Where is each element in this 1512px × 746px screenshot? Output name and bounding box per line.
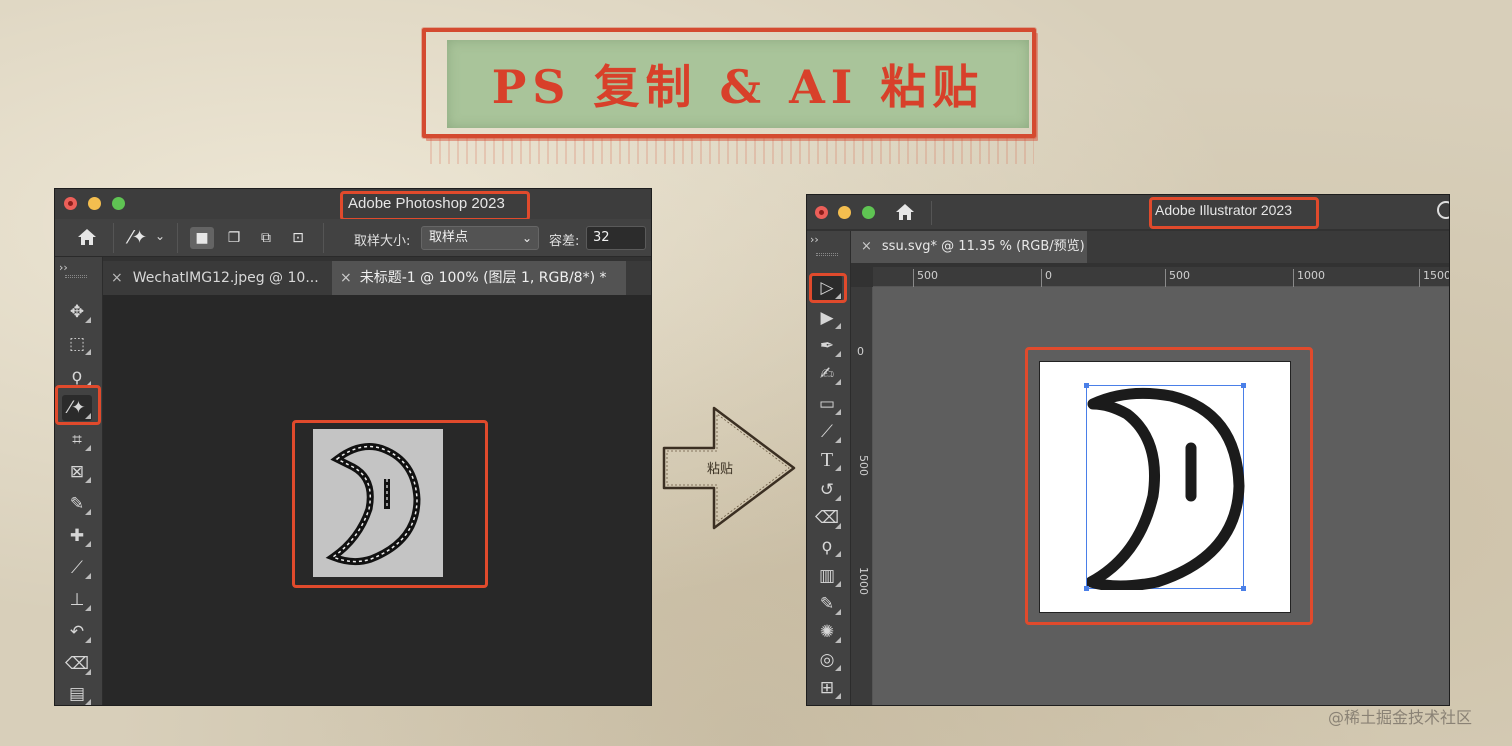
ruler-mark xyxy=(1419,269,1420,287)
selection-tool-highlight-box xyxy=(809,273,847,303)
illustrator-titlebar: Adobe Illustrator 2023 xyxy=(807,195,1449,229)
add-to-selection-mode-button[interactable]: ❐ xyxy=(222,227,246,249)
close-tab-icon[interactable]: × xyxy=(861,239,872,254)
banner-brush-strokes xyxy=(430,138,1034,164)
shape-builder-tool-icon[interactable]: ◎ xyxy=(812,647,842,673)
divider xyxy=(931,201,932,225)
chevron-down-icon[interactable]: ⌄ xyxy=(155,229,165,243)
close-tab-icon[interactable]: × xyxy=(111,270,123,286)
type-tool-icon[interactable]: T xyxy=(812,447,842,473)
clone-stamp-tool-icon[interactable]: ⊥ xyxy=(62,587,92,613)
home-icon[interactable] xyxy=(75,225,99,249)
title-highlight-box xyxy=(340,191,530,221)
rectangular-marquee-tool-icon[interactable]: ⬚ xyxy=(62,331,92,357)
direct-selection-tool-icon[interactable]: ▶ xyxy=(812,305,842,331)
document-tabs: × WechatIMG12.jpeg @ 10... × 未标题-1 @ 100% … xyxy=(103,261,651,295)
sample-size-select[interactable]: 取样点 ⌄ xyxy=(421,226,539,250)
minimize-window-button[interactable] xyxy=(88,197,101,210)
artboard-highlight-box xyxy=(1025,347,1313,625)
paintbrush-tool-icon[interactable]: ⟋ xyxy=(812,419,842,445)
close-window-button[interactable] xyxy=(64,197,77,210)
expand-panel-toggle[interactable]: ›› xyxy=(59,261,68,274)
lasso-tool-icon[interactable]: ϙ xyxy=(812,533,842,559)
title-highlight-box xyxy=(1149,197,1319,229)
expand-panel-toggle[interactable]: ›› xyxy=(810,233,819,246)
magic-wand-highlight-box xyxy=(55,385,101,425)
divider xyxy=(323,223,324,253)
frame-tool-icon[interactable]: ⊠ xyxy=(62,459,92,485)
zoom-window-button[interactable] xyxy=(112,197,125,210)
ruler-tick-label: 500 xyxy=(857,455,870,476)
gradient-tool-icon[interactable]: ▤ xyxy=(62,681,92,705)
photoshop-toolbar: ›› ✥ ⬚ ϙ ⁄✦ ⌗ ⊠ ✎ ✚ ⟋ ⊥ ↶ ⌫ ▤ xyxy=(55,257,103,705)
minimize-window-button[interactable] xyxy=(838,206,851,219)
eraser-tool-icon[interactable]: ⌫ xyxy=(812,505,842,531)
photoshop-window: Adobe Photoshop 2023 ⁄✦ ⌄ ■ ❐ ⧉ ⊡ 取样大小: … xyxy=(54,188,652,706)
ruler-tick-label: 500 xyxy=(1169,269,1190,282)
new-selection-mode-button[interactable]: ■ xyxy=(190,227,214,249)
ruler-tick-label: 1000 xyxy=(857,567,870,595)
gradient-tool-icon[interactable]: ▥ xyxy=(812,563,842,589)
chevron-down-icon: ⌄ xyxy=(521,231,532,245)
intersect-selection-mode-button[interactable]: ⊡ xyxy=(286,227,310,249)
tab-label: WechatIMG12.jpeg @ 10... xyxy=(132,270,319,286)
watermark: @稀土掘金技术社区 xyxy=(1328,708,1473,727)
rectangle-tool-icon[interactable]: ▭ xyxy=(812,391,842,417)
ruler-tick-label: 1500 xyxy=(1423,269,1450,282)
move-tool-icon[interactable]: ✥ xyxy=(62,299,92,325)
ruler-tick-label: 0 xyxy=(857,345,864,358)
search-icon[interactable] xyxy=(1437,201,1449,219)
symbol-sprayer-tool-icon[interactable]: ✺ xyxy=(812,619,842,645)
eraser-tool-icon[interactable]: ⌫ xyxy=(62,651,92,677)
tab-label: ssu.svg* @ 11.35 % (RGB/预览) xyxy=(881,239,1085,254)
illustrator-window: Adobe Illustrator 2023 ›› ▷ ▶ ✒ ✍ ▭ ⟋ T … xyxy=(806,194,1450,706)
tab-label: 未标题-1 @ 100% (图层 1, RGB/8*) * xyxy=(359,270,607,286)
ruler-tick-label: 500 xyxy=(917,269,938,282)
tab-ssu-svg[interactable]: × ssu.svg* @ 11.35 % (RGB/预览) xyxy=(851,231,1087,263)
ruler-tick-label: 0 xyxy=(1045,269,1052,282)
horizontal-ruler[interactable]: 500 0 500 1000 1500 xyxy=(873,267,1449,287)
sample-size-value: 取样点 xyxy=(429,230,469,245)
crop-tool-icon[interactable]: ⌗ xyxy=(62,427,92,453)
eyedropper-tool-icon[interactable]: ✎ xyxy=(812,591,842,617)
options-bar: ⁄✦ ⌄ ■ ❐ ⧉ ⊡ 取样大小: 取样点 ⌄ 容差: 32 xyxy=(55,219,651,257)
divider xyxy=(113,223,114,253)
close-tab-icon[interactable]: × xyxy=(340,270,352,286)
zoom-window-button[interactable] xyxy=(862,206,875,219)
rotate-tool-icon[interactable]: ↺ xyxy=(812,477,842,503)
subtract-selection-mode-button[interactable]: ⧉ xyxy=(254,227,278,249)
healing-brush-tool-icon[interactable]: ✚ xyxy=(62,523,92,549)
history-brush-tool-icon[interactable]: ↶ xyxy=(62,619,92,645)
ruler-mark xyxy=(1293,269,1294,287)
paste-arrow-label: 粘贴 xyxy=(706,462,733,477)
curvature-tool-icon[interactable]: ✍ xyxy=(812,361,842,387)
title-banner: PS 复制 & AI 粘贴 xyxy=(447,40,1029,128)
pen-tool-icon[interactable]: ✒ xyxy=(812,333,842,359)
toolbar-grip[interactable] xyxy=(65,275,87,278)
tab-wechatimg12[interactable]: × WechatIMG12.jpeg @ 10... xyxy=(103,261,329,295)
tolerance-label: 容差: xyxy=(549,234,580,249)
toolbar-grip[interactable] xyxy=(816,253,838,256)
artboard-tool-icon[interactable]: ⊞ xyxy=(812,675,842,701)
sample-size-label: 取样大小: xyxy=(354,234,411,249)
tolerance-input[interactable]: 32 xyxy=(586,226,646,250)
magic-wand-preset-icon[interactable]: ⁄✦ xyxy=(125,225,151,251)
vertical-ruler[interactable]: 0 500 1000 xyxy=(851,287,873,705)
document-tabs: × ssu.svg* @ 11.35 % (RGB/预览) xyxy=(851,231,1449,263)
ruler-mark xyxy=(1165,269,1166,287)
ruler-mark xyxy=(913,269,914,287)
layer-highlight-box xyxy=(292,420,488,588)
ruler-tick-label: 1000 xyxy=(1297,269,1325,282)
ruler-mark xyxy=(1041,269,1042,287)
banner-title: PS 复制 & AI 粘贴 xyxy=(491,60,985,114)
close-window-button[interactable] xyxy=(815,206,828,219)
brush-tool-icon[interactable]: ⟋ xyxy=(62,555,92,581)
eyedropper-tool-icon[interactable]: ✎ xyxy=(62,491,92,517)
divider xyxy=(177,223,178,253)
home-icon[interactable] xyxy=(893,200,917,224)
tab-untitled-1[interactable]: × 未标题-1 @ 100% (图层 1, RGB/8*) * xyxy=(332,261,626,295)
